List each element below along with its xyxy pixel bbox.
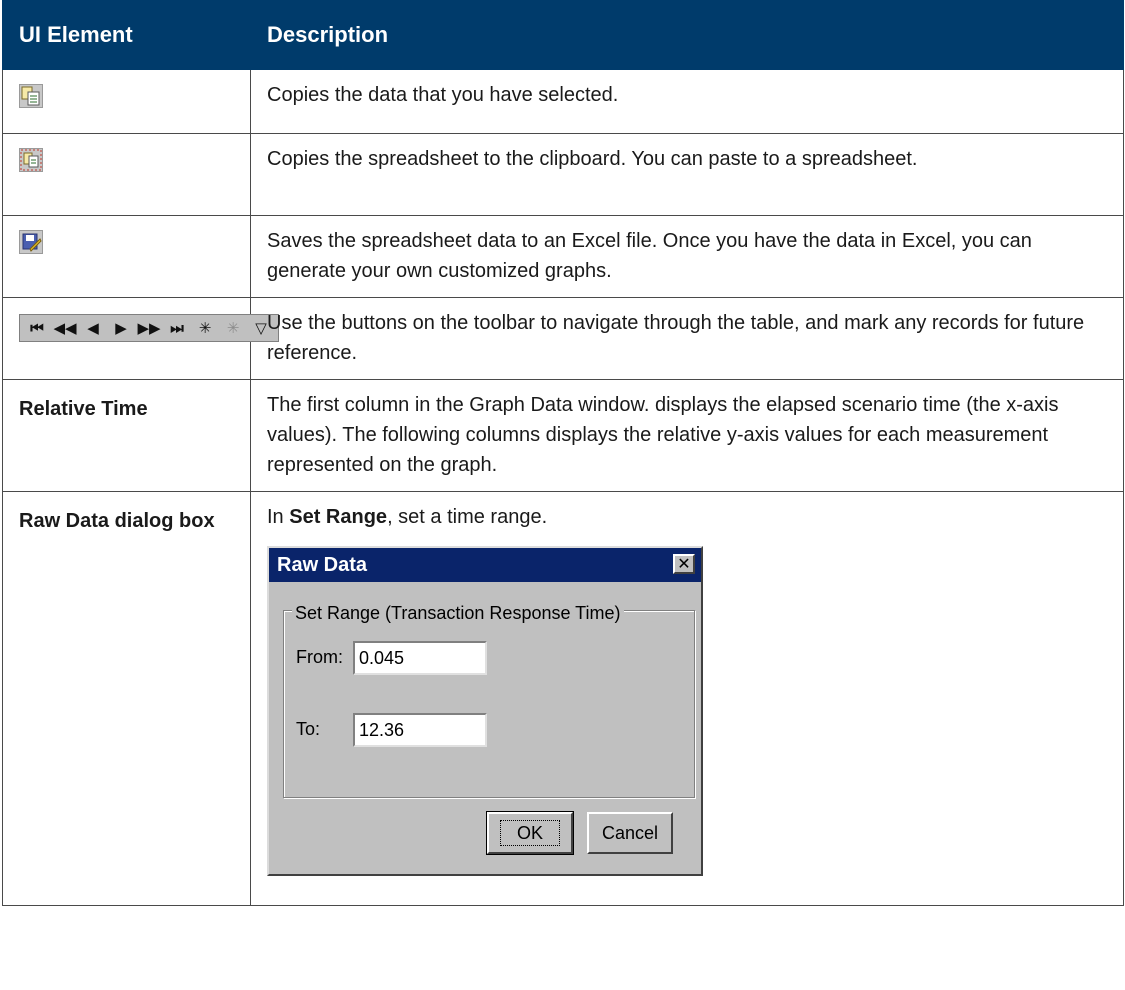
ui-elements-table: UI Element Description Copies the data t… — [2, 0, 1124, 906]
table-row: Copies the spreadsheet to the clipboard.… — [2, 133, 1124, 216]
description-cell: The first column in the Graph Data windo… — [250, 379, 1124, 492]
navigation-toolbar-icon: ⏮ ◀◀ ◀ ▶ ▶▶ ⏭ ✳ ✳ ▽ — [19, 314, 279, 342]
table-row: Raw Data dialog box In Set Range, set a … — [2, 491, 1124, 906]
from-label: From: — [296, 646, 343, 667]
next-page-icon: ▶▶ — [137, 319, 161, 337]
table-row: Relative Time The first column in the Gr… — [2, 379, 1124, 492]
dialog-title: Raw Data — [277, 554, 368, 576]
table-row: Copies the data that you have selected. — [2, 69, 1124, 134]
save-excel-icon — [19, 230, 43, 254]
to-row: To: 12.36 — [296, 713, 488, 747]
previous-record-icon: ◀ — [87, 319, 99, 337]
table-row: ⏮ ◀◀ ◀ ▶ ▶▶ ⏭ ✳ ✳ ▽ Use the buttons on t… — [2, 297, 1124, 380]
previous-page-icon: ◀◀ — [53, 319, 77, 337]
description-cell: Copies the data that you have selected. — [250, 69, 1124, 134]
table-row: Saves the spreadsheet data to an Excel f… — [2, 215, 1124, 298]
next-record-icon: ▶ — [115, 319, 127, 337]
ui-element-cell: ⏮ ◀◀ ◀ ▶ ▶▶ ⏭ ✳ ✳ ▽ — [2, 297, 279, 380]
copy-spreadsheet-icon — [19, 148, 43, 172]
description-cell: In Set Range, set a time range. Raw Data… — [250, 491, 1124, 906]
ui-element-cell: Relative Time — [2, 379, 251, 492]
first-record-icon: ⏮ — [30, 319, 44, 337]
ui-element-cell — [2, 215, 251, 298]
ok-button[interactable]: OK — [486, 811, 574, 855]
mark-record-icon: ✳ — [198, 319, 212, 337]
copy-selected-icon — [19, 84, 43, 108]
table-header-row: UI Element Description — [2, 0, 1124, 70]
header-description: Description — [250, 0, 1124, 70]
description-cell: Use the buttons on the toolbar to naviga… — [250, 297, 1124, 380]
last-record-icon: ⏭ — [170, 319, 184, 337]
description-text: In Set Range, set a time range. — [267, 506, 548, 528]
cancel-button[interactable]: Cancel — [587, 812, 673, 854]
close-icon[interactable]: ✕ — [673, 554, 695, 574]
from-row: From: 0.045 — [296, 641, 488, 675]
dialog-title-bar: Raw Data ✕ — [269, 548, 701, 582]
description-cell: Saves the spreadsheet data to an Excel f… — [250, 215, 1124, 298]
set-range-label: Set Range (Transaction Response Time) — [292, 598, 624, 628]
raw-data-dialog: Raw Data ✕ Set Range (Transaction Respon… — [267, 546, 703, 876]
description-cell: Copies the spreadsheet to the clipboard.… — [250, 133, 1124, 216]
ui-element-cell: Raw Data dialog box — [2, 491, 251, 906]
from-input[interactable]: 0.045 — [353, 641, 488, 675]
ui-element-cell — [2, 133, 251, 216]
to-label: To: — [296, 718, 321, 739]
header-ui-element: UI Element — [2, 0, 251, 70]
set-range-group: Set Range (Transaction Response Time) Fr… — [283, 598, 695, 798]
ui-element-cell — [2, 69, 251, 134]
unmark-record-icon: ✳ — [226, 319, 240, 337]
to-input[interactable]: 12.36 — [353, 713, 488, 747]
